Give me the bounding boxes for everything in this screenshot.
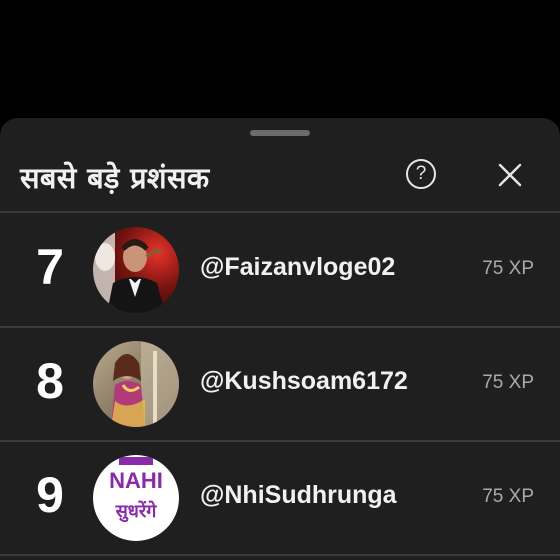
leaderboard-row[interactable]: 8 @Kushsoam6172 75 XP	[0, 328, 560, 440]
logo-text-top: NAHI	[109, 468, 163, 493]
sheet-title: सबसे बड़े प्रशंसक	[20, 161, 210, 195]
close-icon	[498, 163, 522, 187]
nahi-sudharenge-text-logo: NAHI सुधरेंगे	[93, 455, 179, 541]
leaderboard-row[interactable]: 9 NAHI सुधरेंगे @NhiSudhrunga 75 XP	[0, 442, 560, 554]
question-mark-icon: ?	[415, 163, 427, 184]
header-divider	[0, 211, 560, 213]
man-in-tuxedo-photo	[93, 227, 179, 313]
row-divider	[0, 554, 560, 556]
sheet-header: सबसे बड़े प्रशंसक ?	[0, 148, 560, 210]
avatar[interactable]	[93, 341, 179, 427]
rank-number: 7	[36, 239, 64, 295]
rank-number: 8	[36, 353, 64, 409]
help-button[interactable]: ?	[406, 159, 436, 189]
fans-bottom-sheet: सबसे बड़े प्रशंसक ? 7 @Faizanvloge02 75 …	[0, 118, 560, 560]
drag-handle[interactable]	[250, 130, 310, 136]
xp-value: 75 XP	[482, 372, 534, 393]
rank-number: 9	[36, 467, 64, 523]
avatar[interactable]	[93, 227, 179, 313]
leaderboard-row[interactable]: 7 @Faizanvloge02 75 XP	[0, 214, 560, 326]
username[interactable]: @Faizanvloge02	[200, 253, 395, 282]
avatar[interactable]: NAHI सुधरेंगे	[93, 455, 179, 541]
xp-value: 75 XP	[482, 258, 534, 279]
username[interactable]: @Kushsoam6172	[200, 367, 408, 396]
logo-text-bottom: सुधरेंगे	[115, 500, 158, 523]
xp-value: 75 XP	[482, 486, 534, 507]
username[interactable]: @NhiSudhrunga	[200, 481, 397, 510]
woman-in-saree-photo	[93, 341, 179, 427]
close-button[interactable]	[494, 159, 526, 191]
